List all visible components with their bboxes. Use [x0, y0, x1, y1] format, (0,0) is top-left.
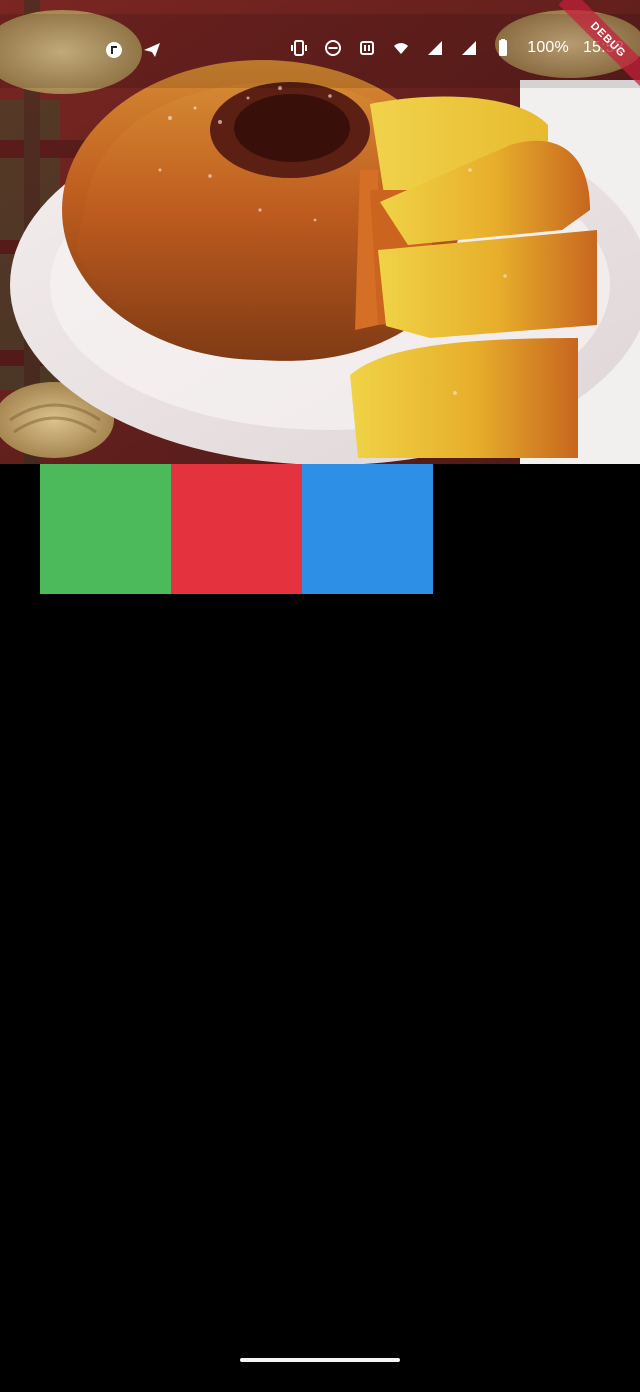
blue-swatch[interactable] — [302, 464, 433, 594]
cell-signal-icon — [425, 38, 445, 58]
do-not-disturb-icon — [323, 38, 343, 58]
cell-signal-icon — [459, 38, 479, 58]
wifi-icon — [391, 38, 411, 58]
telegram-icon — [142, 40, 162, 60]
green-swatch[interactable] — [40, 464, 171, 594]
battery-icon — [493, 38, 513, 58]
status-bar: 100% 15:53 DEBUG — [0, 0, 640, 90]
app-screen: 100% 15:53 DEBUG — [0, 0, 640, 1392]
app-notification-icon — [104, 40, 124, 60]
red-swatch[interactable] — [171, 464, 302, 594]
battery-percentage: 100% — [527, 39, 569, 56]
color-swatches — [40, 464, 433, 594]
vibrate-icon — [289, 38, 309, 58]
nfc-icon — [357, 38, 377, 58]
home-indicator[interactable] — [240, 1358, 400, 1362]
status-left-icons — [104, 40, 162, 60]
status-right-icons: 100% 15:53 — [289, 38, 624, 58]
